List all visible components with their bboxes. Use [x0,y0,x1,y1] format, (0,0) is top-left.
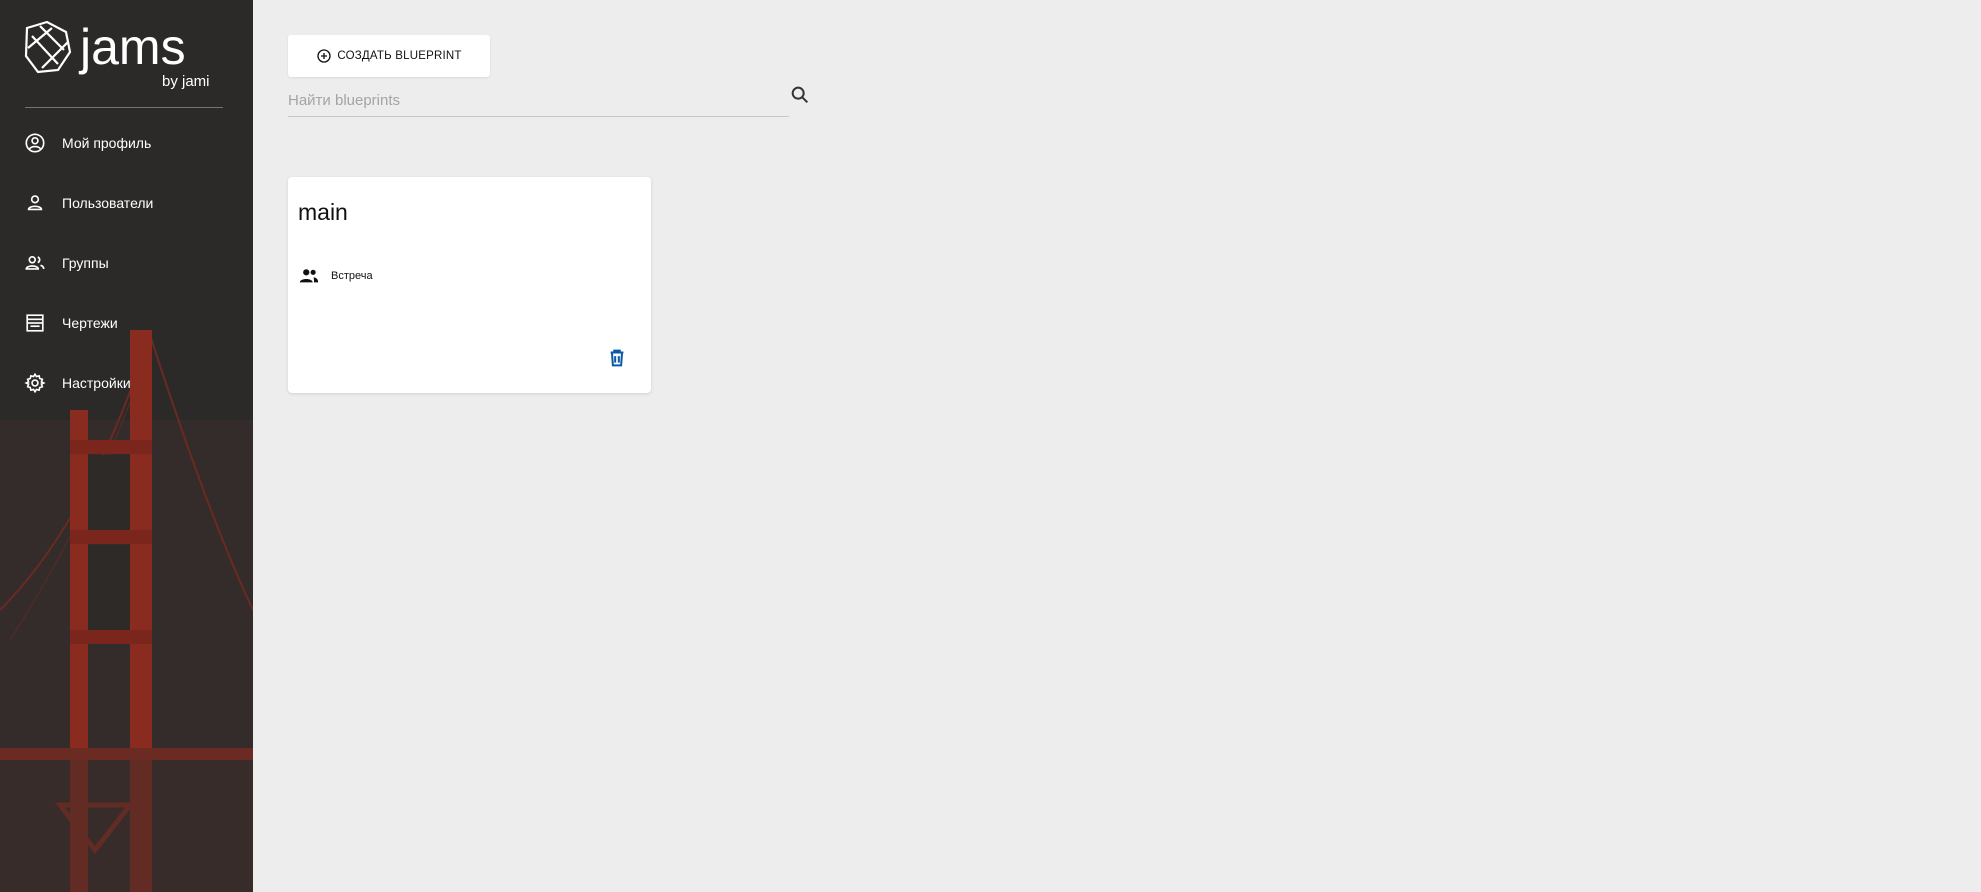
main-content: СОЗДАТЬ BLUEPRINT main Встреча [253,0,1981,892]
people-icon [298,265,320,287]
create-blueprint-button[interactable]: СОЗДАТЬ BLUEPRINT [288,35,490,77]
blueprint-mode: Встреча [298,265,373,287]
account-circle-icon [24,132,46,154]
sidebar-item-label: Пользователи [62,195,154,211]
sidebar-item-label: Чертежи [62,315,118,331]
blueprint-title: main [298,199,348,225]
trash-icon[interactable] [606,347,628,369]
sidebar-item-users[interactable]: Пользователи [0,173,253,233]
logo-divider [25,107,223,108]
blueprint-card[interactable]: main Встреча [288,177,651,393]
people-icon [24,252,46,274]
sidebar-item-label: Настройки [62,375,131,391]
gear-icon [24,372,46,394]
sidebar-item-label: Мой профиль [62,135,152,151]
search-field [288,86,789,117]
logo-subtext: by jami [162,73,210,90]
sidebar: jams by jami Мой профиль Пользователи Гр… [0,0,253,892]
create-blueprint-label: СОЗДАТЬ BLUEPRINT [337,50,462,62]
jams-logo: jams by jami [24,19,210,90]
sidebar-item-groups[interactable]: Группы [0,233,253,293]
sidebar-item-my-profile[interactable]: Мой профиль [0,113,253,173]
app-root: jams by jami Мой профиль Пользователи Гр… [0,0,1981,892]
add-circle-icon [316,48,332,64]
search-input[interactable] [288,86,789,114]
sidebar-item-blueprints[interactable]: Чертежи [0,293,253,353]
sidebar-item-settings[interactable]: Настройки [0,353,253,413]
search-icon[interactable] [789,84,811,106]
sidebar-item-label: Группы [62,255,109,271]
blueprint-icon [24,312,46,334]
person-icon [24,192,46,214]
sidebar-nav: Мой профиль Пользователи Группы Чертежи … [0,113,253,413]
blueprint-mode-label: Встреча [331,270,373,282]
logo-text: jams [78,19,186,75]
